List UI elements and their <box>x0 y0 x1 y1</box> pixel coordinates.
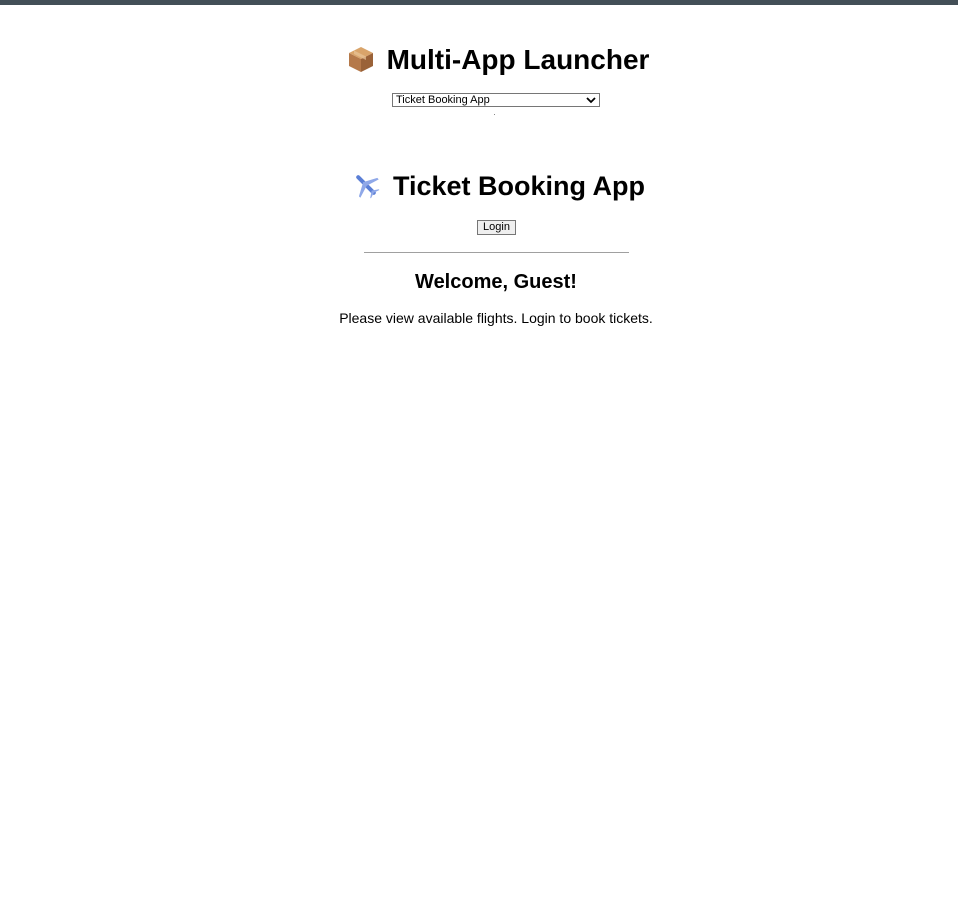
app-select-box[interactable]: Ticket Booking App <box>392 93 600 107</box>
app-title-text: Ticket Booking App <box>392 171 646 201</box>
package-icon <box>347 44 375 72</box>
launcher-title: Multi-App Launcher <box>0 40 958 80</box>
login-button[interactable]: Login <box>477 220 516 235</box>
chevron-down-icon <box>586 97 596 104</box>
app-select[interactable]: Ticket Booking App <box>392 93 600 107</box>
airplane-icon <box>351 170 381 200</box>
app-select-value: Ticket Booking App <box>396 94 490 106</box>
divider <box>364 252 629 253</box>
launcher-title-text: Multi-App Launcher <box>386 44 650 75</box>
top-bar <box>0 0 958 5</box>
separator-dot <box>494 114 495 115</box>
welcome-message: Please view available flights. Login to … <box>339 310 653 326</box>
app-title: Ticket Booking App <box>0 166 958 206</box>
welcome-heading: Welcome, Guest! <box>415 271 577 293</box>
